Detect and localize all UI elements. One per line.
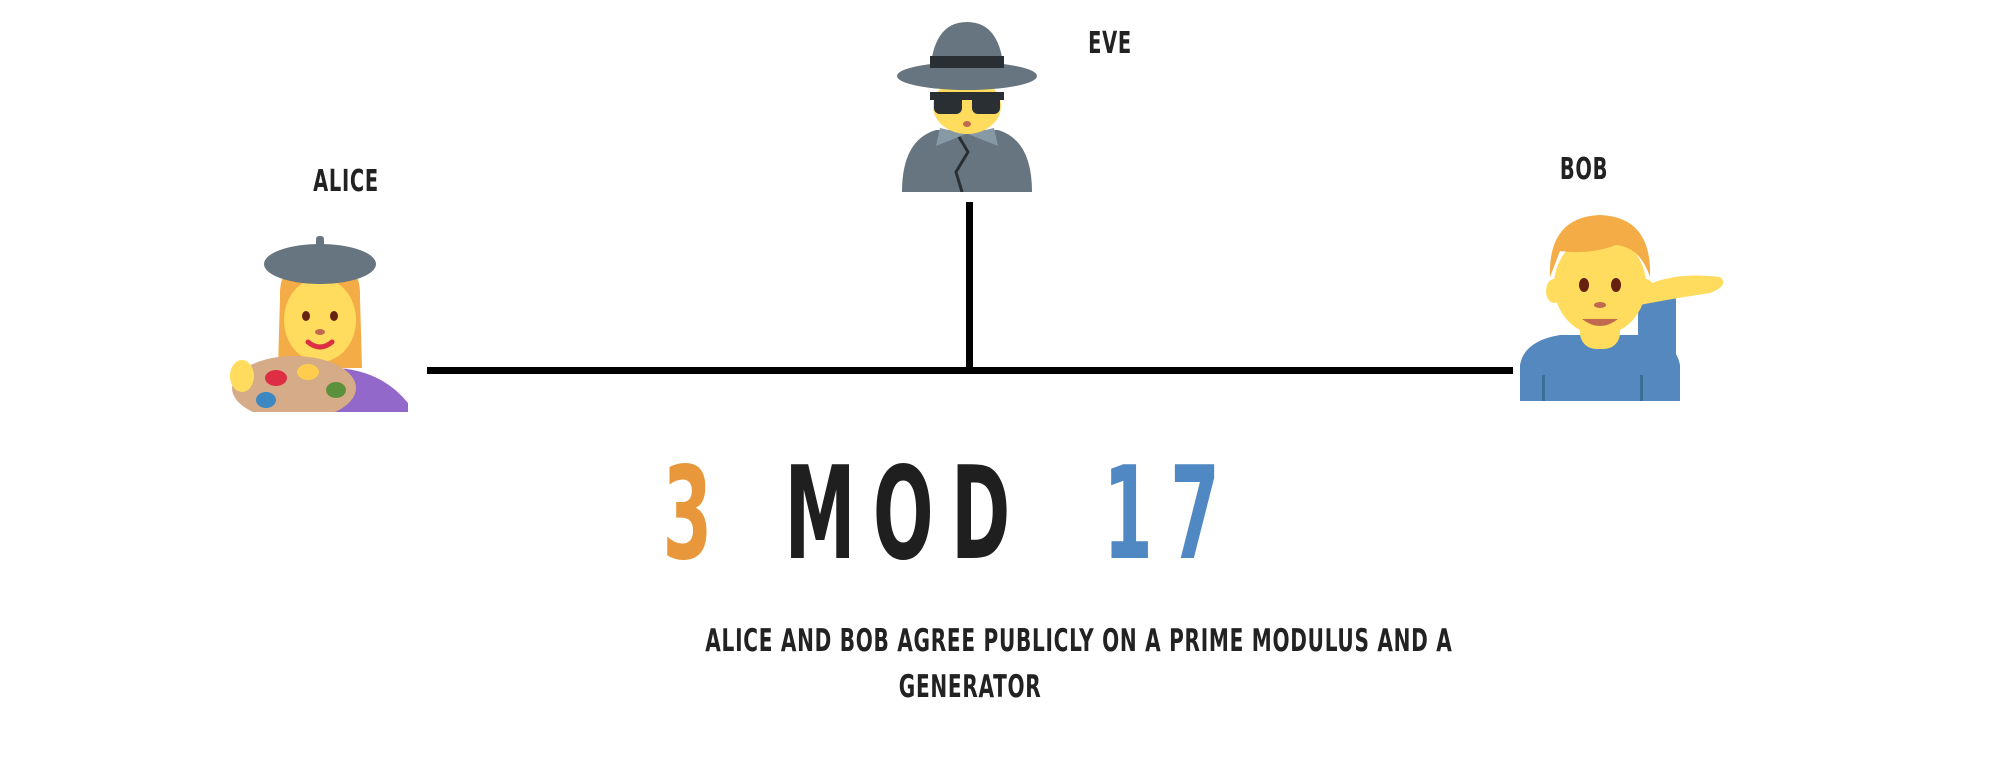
eve-label: EVE <box>1088 26 1132 61</box>
caption-line-2: GENERATOR <box>898 669 1042 705</box>
tipping-hand-man-icon <box>1520 215 1724 401</box>
mod-operator: MOD <box>784 440 1028 589</box>
prime-modulus-value: 17 <box>1103 440 1238 589</box>
caption-line-1: ALICE AND BOB AGREE PUBLICLY ON A PRIME … <box>705 623 1453 659</box>
artist-woman-icon <box>230 236 408 412</box>
caption: ALICE AND BOB AGREE PUBLICLY ON A PRIME … <box>560 618 1451 710</box>
generator-value: 3 <box>662 440 730 589</box>
bob-label: BOB <box>1559 152 1609 187</box>
modulus-equation: 3 MOD 17 <box>560 440 1360 590</box>
spy-detective-icon <box>897 22 1037 192</box>
alice-label: ALICE <box>313 164 379 199</box>
eavesdrop-line <box>966 202 973 373</box>
